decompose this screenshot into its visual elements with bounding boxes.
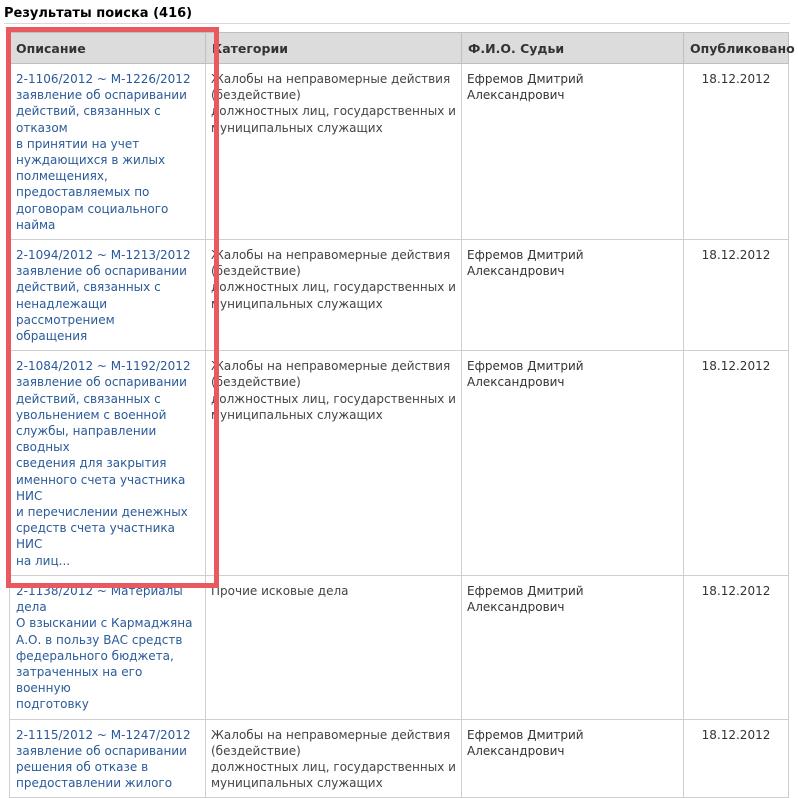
case-description-line: в принятии на учет (16, 136, 140, 151)
case-description-line: заявление об оспаривании (16, 264, 187, 279)
category-line: Жалобы на неправомерные действия (211, 727, 451, 742)
case-description-cell: 2-1094/2012 ~ М-1213/2012 заявление об ос… (9, 239, 206, 352)
published-date-cell: 18.12.2012 (683, 62, 789, 241)
case-description-line: действий, связанных с отказом (16, 104, 161, 135)
case-description-line: решения об отказе в (16, 759, 149, 774)
category-line: (бездействие) (211, 743, 301, 758)
case-description-line: заявление об оспаривании (16, 743, 187, 758)
case-description-line: полмещениях, (16, 169, 108, 184)
category-line: муниципальных служащих (211, 120, 383, 135)
category-line: (бездействие) (211, 264, 301, 279)
category-cell: Жалобы на неправомерные действия (бездейс… (205, 239, 462, 352)
case-description-cell: 2-1084/2012 ~ М-1192/2012 заявление об ос… (9, 350, 206, 576)
judge-name-cell: Ефремов Дмитрий Александрович (461, 718, 684, 798)
column-header-description[interactable]: Описание (9, 32, 206, 64)
case-description-line: 2-1094/2012 ~ М-1213/2012 (16, 248, 191, 263)
table-header-row: Описание Категории Ф.И.О. Судьи Опублико… (9, 32, 795, 64)
case-link[interactable]: 2-1084/2012 ~ М-1192/2012 заявление об ос… (16, 359, 191, 567)
case-description-line: службы, направлении сводных (16, 424, 157, 455)
case-description-line: заявление об оспаривании (16, 375, 187, 390)
case-description-cell: 2-1115/2012 ~ М-1247/2012 заявление об ос… (9, 718, 206, 798)
column-header-judge[interactable]: Ф.И.О. Судьи (461, 32, 684, 64)
case-description-line: договорам социального найма (16, 201, 169, 232)
case-description-line: средств счета участника НИС (16, 521, 175, 552)
judge-name-cell: Ефремов Дмитрий Александрович (461, 239, 684, 352)
table-row: 2-1094/2012 ~ М-1213/2012 заявление об ос… (9, 239, 789, 352)
published-date-cell: 18.12.2012 (683, 718, 789, 798)
category-line: Жалобы на неправомерные действия (211, 248, 451, 263)
case-description-line: сведения для закрытия (16, 456, 167, 471)
header-divider (4, 23, 790, 24)
judge-name-cell: Ефремов Дмитрий Александрович (461, 574, 684, 720)
table-row: 2-1115/2012 ~ М-1247/2012 заявление об ос… (9, 718, 789, 798)
case-link[interactable]: 2-1094/2012 ~ М-1213/2012 заявление об ос… (16, 248, 191, 343)
category-line: муниципальных служащих (211, 296, 383, 311)
case-description-line: обращения (16, 329, 88, 344)
case-description-cell: 2-1138/2012 ~ Материалы дела О взыскании … (9, 574, 206, 720)
category-line: должностных лиц, государственных и (211, 759, 456, 774)
category-line: Жалобы на неправомерные действия (211, 359, 451, 374)
judge-name-cell: Ефремов Дмитрий Александрович (461, 350, 684, 576)
case-description-line: О взыскании с Кармаджяна (16, 616, 193, 631)
case-description-line: предоставляемых по (16, 185, 150, 200)
published-date-cell: 18.12.2012 (683, 350, 789, 576)
case-description-line: 2-1106/2012 ~ М-1226/2012 (16, 72, 191, 86)
table-row: 2-1084/2012 ~ М-1192/2012 заявление об ос… (9, 350, 789, 576)
column-header-published[interactable]: Опубликовано (683, 32, 795, 64)
case-description-line: предоставлении жилого (16, 776, 173, 791)
category-line: (бездействие) (211, 375, 301, 390)
case-link[interactable]: 2-1106/2012 ~ М-1226/2012 заявление об ос… (16, 72, 191, 232)
case-description-line: федерального бюджета, (16, 648, 174, 663)
case-link[interactable]: 2-1115/2012 ~ М-1247/2012 заявление об ос… (16, 728, 191, 791)
table-row: 2-1106/2012 ~ М-1226/2012 заявление об ос… (9, 62, 789, 241)
case-link[interactable]: 2-1138/2012 ~ Материалы дела О взыскании … (16, 584, 192, 711)
case-description-line: увольнением с военной (16, 407, 167, 422)
category-cell: Прочие исковые дела (205, 574, 462, 720)
case-description-line: подготовку (16, 697, 89, 712)
table-row: 2-1138/2012 ~ Материалы дела О взыскании … (9, 574, 789, 720)
case-description-line: ненадлежащи рассмотрением (16, 296, 115, 327)
category-line: должностных лиц, государственных и (211, 391, 456, 406)
category-line: (бездействие) (211, 88, 301, 103)
case-description-line: 2-1115/2012 ~ М-1247/2012 (16, 727, 191, 742)
category-cell: Жалобы на неправомерные действия (бездейс… (205, 62, 462, 241)
case-description-line: именного счета участника НИС (16, 472, 186, 503)
case-description-line: действий, связанных с (16, 280, 161, 295)
category-cell: Жалобы на неправомерные действия (бездейс… (205, 718, 462, 798)
published-date-cell: 18.12.2012 (683, 239, 789, 352)
results-table: Описание Категории Ф.И.О. Судьи Опублико… (9, 32, 795, 798)
case-description-cell: 2-1106/2012 ~ М-1226/2012 заявление об ос… (9, 62, 206, 241)
case-description-line: и перечислении денежных (16, 505, 188, 520)
column-header-categories[interactable]: Категории (205, 32, 462, 64)
case-description-line: затраченных на его военную (16, 664, 143, 696)
case-description-line: 2-1084/2012 ~ М-1192/2012 (16, 359, 191, 374)
category-cell: Жалобы на неправомерные действия (бездейс… (205, 350, 462, 576)
case-description-line: заявление об оспаривании (16, 88, 187, 103)
category-line: муниципальных служащих (211, 776, 383, 791)
category-line: Жалобы на неправомерные действия (211, 72, 451, 86)
category-line: должностных лиц, государственных и (211, 280, 456, 295)
case-description-line: 2-1138/2012 ~ Материалы дела (16, 583, 183, 615)
category-line: Прочие исковые дела (211, 583, 349, 598)
results-title: Результаты поиска (416) (4, 6, 193, 21)
judge-name-cell: Ефремов Дмитрий Александрович (461, 62, 684, 241)
case-description-line: нуждающихся в жилых (16, 153, 166, 168)
case-description-line: действий, связанных с (16, 391, 161, 406)
case-description-line: на лиц... (16, 553, 71, 568)
published-date-cell: 18.12.2012 (683, 574, 789, 720)
category-line: должностных лиц, государственных и (211, 104, 456, 119)
category-line: муниципальных служащих (211, 407, 383, 422)
